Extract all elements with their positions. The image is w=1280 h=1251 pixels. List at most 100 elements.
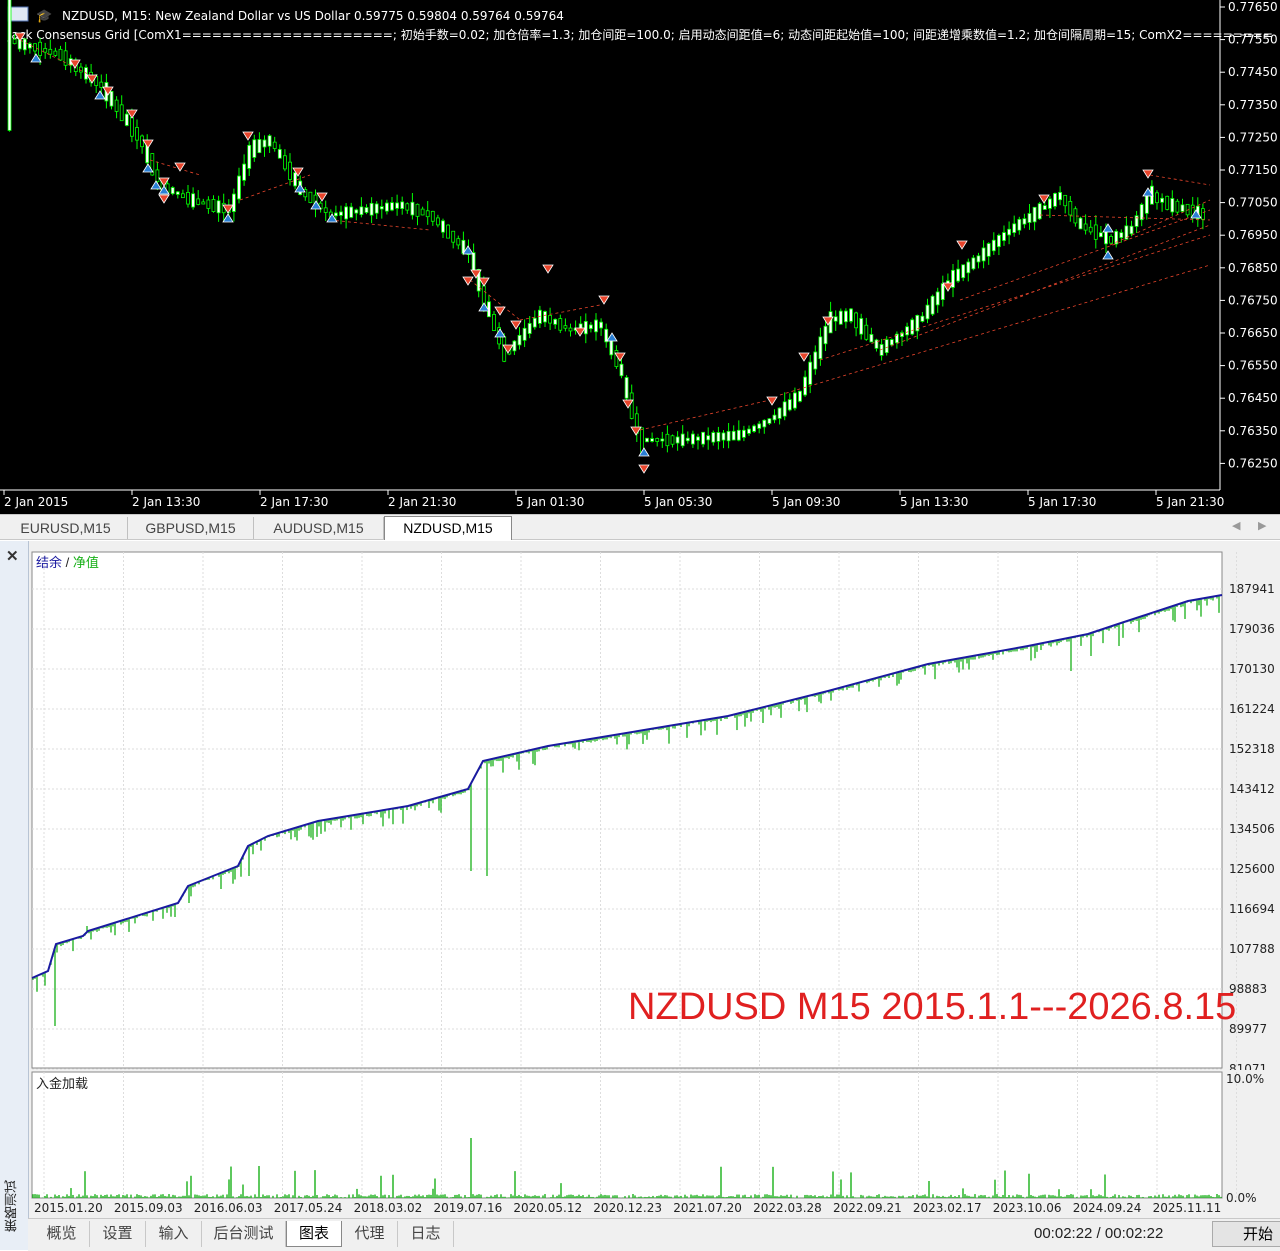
equity-legend: 结余 / 净值 [36, 552, 99, 571]
candle-body [211, 199, 216, 212]
time-tick-label: 2 Jan 17:30 [260, 495, 328, 509]
candle-body [395, 202, 400, 209]
candle-body [563, 325, 568, 329]
candle-body [808, 361, 813, 385]
chart-title: NZDUSD, M15: New Zealand Dollar vs US Do… [62, 9, 564, 23]
price-chart[interactable]: 0.77650 0.77550 0.77450 0.77350 0.77250 0.771… [0, 0, 1280, 514]
price-tick-label: 0.76250 [1228, 456, 1278, 470]
candle-body [655, 438, 660, 442]
candle-body [369, 202, 374, 216]
candle-body [685, 437, 690, 442]
candle-body [1175, 200, 1180, 213]
candle-body [1027, 213, 1032, 223]
candle-body [1068, 201, 1073, 216]
candle-body [818, 336, 823, 360]
price-chart-canvas[interactable]: 0.776500.775500.774500.773500.772500.771… [0, 0, 1280, 514]
tab-settings[interactable]: 设置 [90, 1221, 146, 1247]
candle-body [405, 203, 410, 211]
tab-nzdusd[interactable]: NZDUSD,M15 [384, 516, 512, 540]
candle-body [1160, 197, 1164, 203]
tab-backtest[interactable]: 后台测试 [202, 1221, 286, 1247]
scroll-right-icon[interactable]: ▶ [1258, 519, 1266, 532]
time-tick-label: 5 Jan 09:30 [772, 495, 840, 509]
candle-body [63, 50, 68, 66]
candle-body [517, 334, 522, 346]
candle-body [981, 247, 986, 262]
date-axis-label: 2015.09.03 [114, 1201, 183, 1215]
tab-graph[interactable]: 图表 [286, 1221, 342, 1247]
price-tick-label: 0.76450 [1228, 391, 1278, 405]
candle-body [512, 340, 517, 352]
candle-body [900, 332, 904, 337]
candle-body [99, 81, 104, 88]
candle-body [390, 202, 394, 211]
candle-body [772, 414, 777, 421]
candle-body [930, 295, 935, 315]
price-tick-label: 0.77350 [1228, 98, 1278, 112]
candle-body [660, 438, 665, 442]
start-button[interactable]: 开始 [1212, 1221, 1280, 1247]
candle-body [956, 268, 960, 282]
candle-body [1083, 223, 1088, 231]
candle-body [12, 38, 17, 45]
tester-tab-bar: 概览 设置 输入 后台测试 图表 代理 日志 00:02:22 / 00:02:… [28, 1218, 1280, 1251]
candle-body [803, 376, 807, 396]
candle-body [354, 209, 359, 214]
buy-arrow-icon [1102, 250, 1114, 260]
equity-y-label: 161224 [1229, 702, 1275, 716]
candle-body [961, 264, 966, 279]
tab-inputs[interactable]: 输入 [146, 1221, 202, 1247]
legend-equity: 净值 [72, 555, 99, 570]
symbol-tab-bar: EURUSD,M15 GBPUSD,M15 AUDUSD,M15 NZDUSD,… [0, 514, 1280, 540]
candle-body [1032, 206, 1037, 223]
close-icon[interactable]: ✕ [6, 547, 19, 565]
tab-overview[interactable]: 概览 [34, 1221, 90, 1247]
candle-body [277, 149, 282, 159]
candle-body [624, 377, 629, 399]
tab-audusd[interactable]: AUDUSD,M15 [254, 517, 384, 539]
date-axis-label: 2018.03.02 [354, 1201, 423, 1215]
candle-body [838, 310, 843, 325]
candle-body [726, 430, 731, 442]
scroll-left-icon[interactable]: ◀ [1232, 519, 1240, 532]
time-tick-label: 2 Jan 2015 [4, 495, 68, 509]
candle-body [650, 438, 654, 442]
candle-body [384, 202, 389, 212]
candle-body [558, 318, 563, 331]
equity-y-label: 134506 [1229, 822, 1275, 836]
candle-body [1037, 203, 1042, 220]
date-axis-label: 2021.07.20 [673, 1201, 742, 1215]
tab-agents[interactable]: 代理 [342, 1221, 398, 1247]
candle-body [869, 334, 874, 343]
candle-body [767, 418, 772, 424]
candle-body [7, 0, 12, 131]
deposit-load-chart[interactable]: 10.0% 0.0% 2015.01.20 2015.09.03 2016.06.03 2… [28, 1070, 1280, 1218]
candle-body [777, 407, 782, 419]
sell-arrow-icon [630, 426, 642, 436]
grid-order-line [639, 399, 771, 431]
candle-body [844, 310, 848, 323]
price-tick-label: 0.76350 [1228, 424, 1278, 438]
candle-body [971, 257, 976, 270]
time-tick-label: 5 Jan 05:30 [644, 495, 712, 509]
tab-eurusd[interactable]: EURUSD,M15 [4, 517, 128, 539]
candle-body [415, 203, 420, 217]
sell-arrow-icon [158, 194, 170, 204]
candle-body [1129, 225, 1134, 235]
candle-body [553, 318, 558, 325]
candle-body [1093, 224, 1098, 240]
time-tick-label: 5 Jan 21:30 [1156, 495, 1224, 509]
date-axis-label: 2017.05.24 [274, 1201, 343, 1215]
grid-order-line [1039, 214, 1211, 221]
candle-body [736, 429, 741, 441]
candle-body [1139, 204, 1144, 221]
candle-body [594, 319, 598, 333]
candle-body [1170, 198, 1175, 213]
sell-arrow-icon [638, 464, 650, 474]
tab-gbpusd[interactable]: GBPUSD,M15 [128, 517, 254, 539]
date-axis-label: 2020.12.23 [593, 1201, 662, 1215]
price-tick-label: 0.77450 [1228, 65, 1278, 79]
sell-arrow-icon [798, 352, 810, 362]
candle-body [344, 206, 349, 220]
tab-journal[interactable]: 日志 [398, 1221, 454, 1247]
